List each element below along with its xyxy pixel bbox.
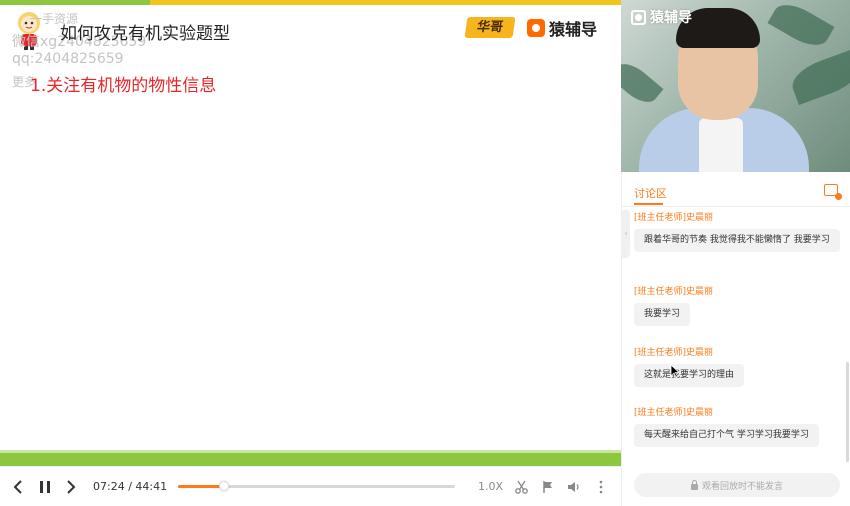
video-brand-text: 猿辅导: [650, 10, 692, 26]
more-vertical-icon: [599, 480, 603, 494]
teacher-video[interactable]: 猿辅导: [621, 0, 850, 172]
progress-bar[interactable]: [178, 481, 455, 491]
chat-input-placeholder: 观看回放时不能发言: [701, 481, 783, 492]
time-separator: /: [128, 480, 132, 493]
tab-discussion[interactable]: 讨论区: [634, 185, 667, 201]
speed-button[interactable]: 1.0X: [478, 480, 503, 493]
slide-brand-text: 猿辅导: [549, 20, 598, 39]
discussion-panel: 讨论区 ‹ [班主任老师]史晨丽 跟着华哥的节奏 我觉得我不能懒惰了 我要学习 …: [621, 172, 850, 506]
progress-fill: [178, 485, 224, 488]
chat-message: [班主任老师]史晨丽 跟着华哥的节奏 我觉得我不能懒惰了 我要学习: [634, 210, 840, 252]
playback-time: 07:24 / 44:41: [93, 480, 167, 493]
message-text: 我要学习: [634, 303, 691, 326]
chat-message: [班主任老师]史晨丽 每天醒来给自己打个气 学习学习我要学习: [634, 405, 819, 447]
current-time: 07:24: [93, 480, 125, 493]
chevron-left-icon: ‹: [624, 229, 628, 239]
collapse-handle[interactable]: ‹: [622, 210, 630, 258]
video-brand: 猿辅导: [631, 7, 692, 27]
chat-scrollbar[interactable]: [846, 362, 849, 462]
pause-button[interactable]: [36, 477, 54, 497]
slide-bottom-bar: [0, 453, 621, 466]
watermark-qq: qq:2404825659: [12, 51, 124, 67]
chat-message: [班主任老师]史晨丽 我要学习: [634, 284, 713, 326]
message-text: 每天醒来给自己打个气 学习学习我要学习: [634, 424, 819, 447]
brand-logo-icon: [527, 19, 545, 37]
teacher-tag: 华哥: [464, 17, 516, 38]
slide-heading: 1.关注有机物的物性信息: [30, 76, 217, 96]
brand-logo-icon: [631, 9, 646, 25]
courseware-slide: 一手资源 微信xg2404825659 qq:2404825659 更多 如何攻…: [0, 0, 621, 466]
chat-settings-icon[interactable]: [824, 184, 842, 200]
progress-handle[interactable]: [218, 481, 229, 491]
tab-underline: [634, 203, 663, 205]
clip-button[interactable]: [512, 477, 530, 497]
mark-button[interactable]: [539, 477, 557, 497]
mouse-cursor-icon: [670, 364, 680, 378]
message-sender: [班主任老师]史晨丽: [634, 348, 714, 358]
chevron-left-icon: [13, 480, 22, 494]
total-time: 44:41: [135, 480, 168, 493]
message-sender: [班主任老师]史晨丽: [634, 408, 714, 418]
chat-divider: [622, 206, 850, 207]
chat-message: [班主任老师]史晨丽 这就是我要学习的理由: [634, 345, 745, 387]
pause-icon: [40, 481, 50, 493]
chevron-right-icon: [67, 480, 76, 494]
message-text: 这就是我要学习的理由: [634, 364, 745, 387]
message-text: 跟着华哥的节奏 我觉得我不能懒惰了 我要学习: [634, 229, 840, 252]
next-button[interactable]: [63, 477, 79, 497]
message-sender: [班主任老师]史晨丽: [634, 213, 714, 223]
scissors-icon: [514, 480, 528, 494]
teacher-shirt: [699, 118, 743, 172]
chat-input-disabled: 观看回放时不能发言: [634, 473, 840, 497]
message-sender: [班主任老师]史晨丽: [634, 287, 714, 297]
flag-icon: [543, 481, 552, 493]
lock-icon: [690, 479, 698, 490]
slide-title: 如何攻克有机实验题型: [60, 24, 230, 44]
player-controls: 07:24 / 44:41 1.0X: [0, 466, 621, 506]
slide-top-bar-accent: [0, 0, 150, 5]
previous-button[interactable]: [10, 477, 26, 497]
more-button[interactable]: [594, 477, 608, 497]
slide-brand: 猿辅导: [527, 16, 597, 40]
volume-button[interactable]: [565, 477, 583, 497]
volume-icon: [568, 482, 579, 492]
